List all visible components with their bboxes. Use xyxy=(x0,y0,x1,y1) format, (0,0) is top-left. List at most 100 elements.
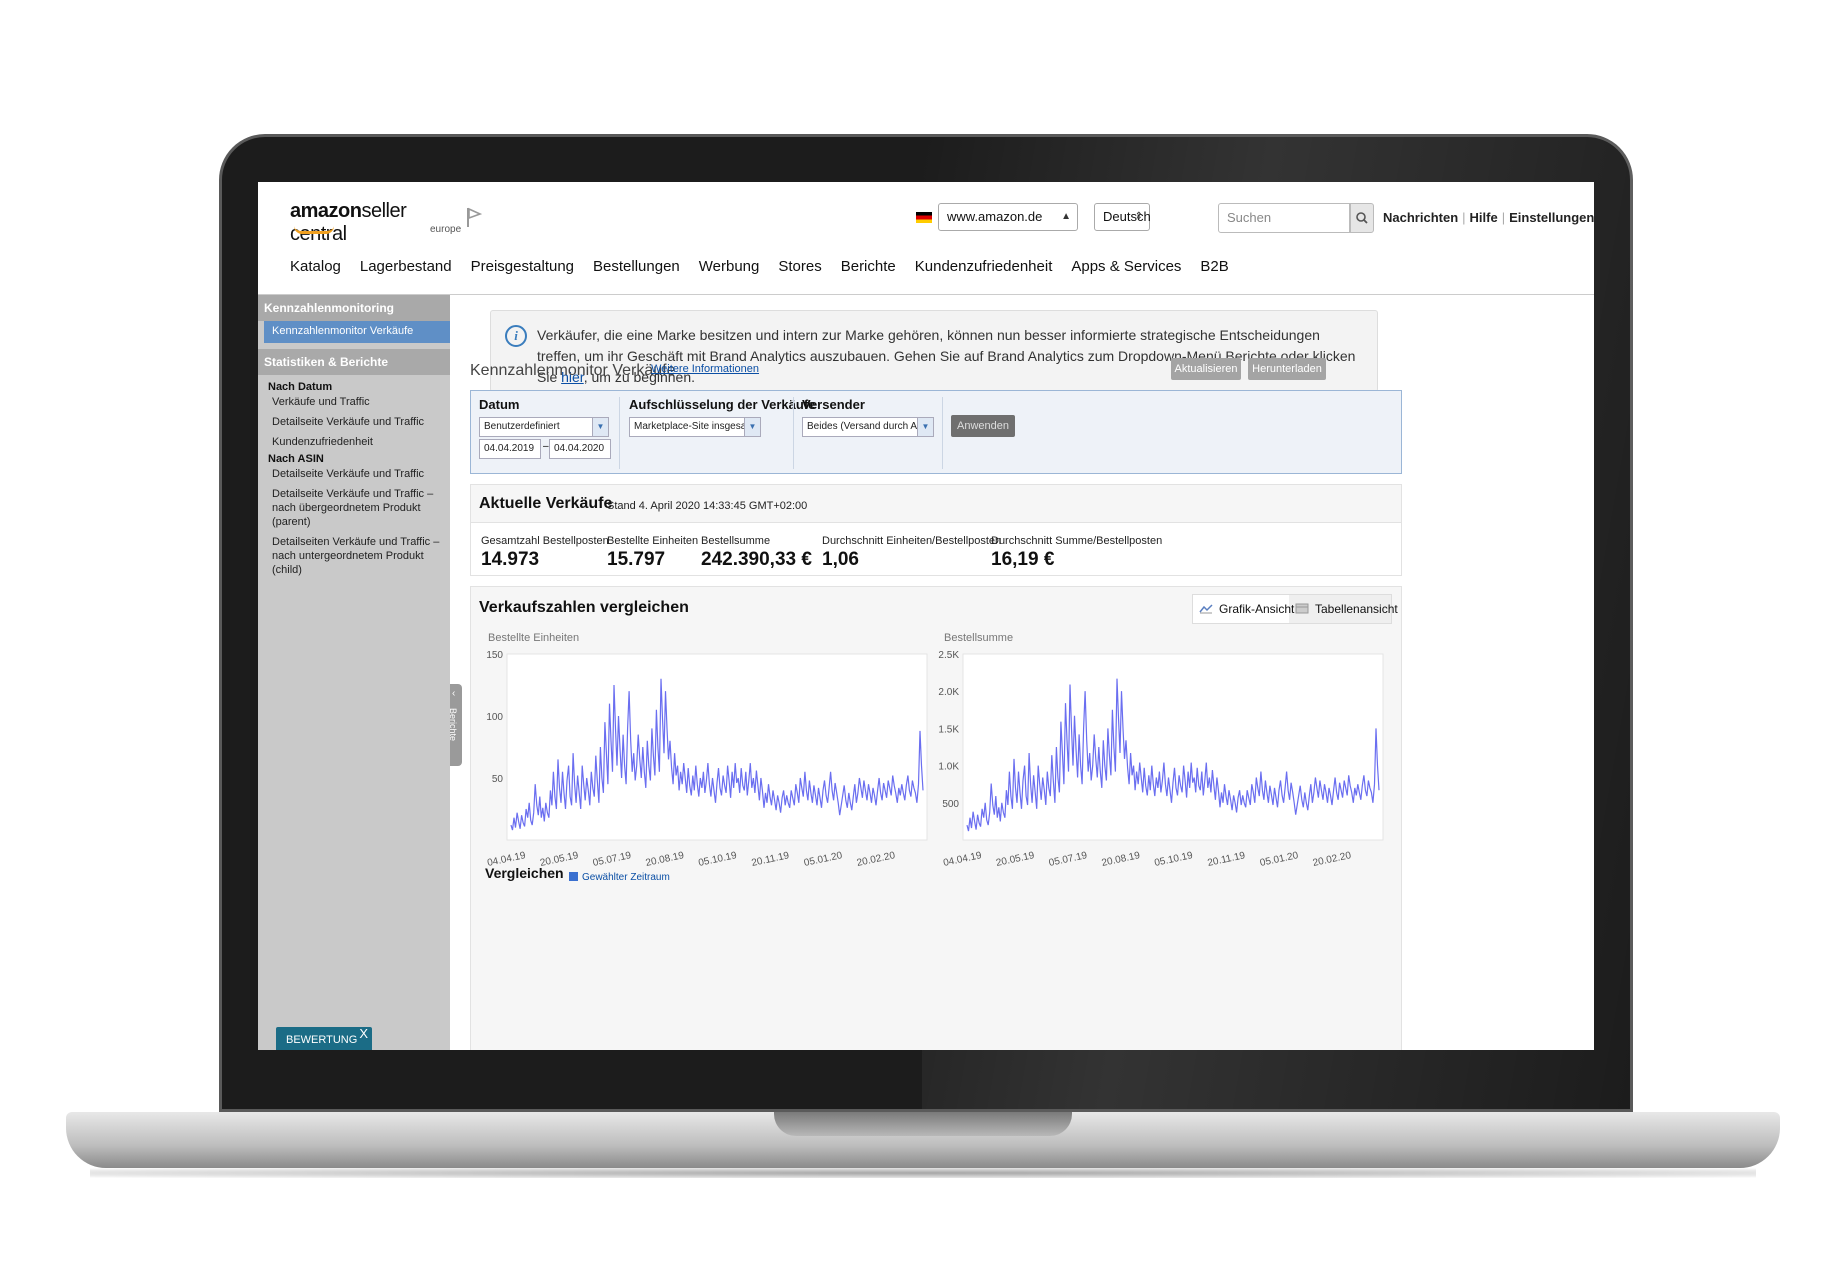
sidebar-section-reports[interactable]: Statistiken & Berichte xyxy=(258,349,450,375)
x-tick-label: 20.02.20 xyxy=(856,850,897,866)
line-chart-icon xyxy=(1199,604,1213,614)
refresh-button[interactable]: Aktualisieren xyxy=(1171,358,1241,380)
language-select[interactable]: Deutsch ⇕ xyxy=(1094,203,1151,231)
y-tick-label: 2.0K xyxy=(938,687,959,698)
x-tick-label: 05.01.20 xyxy=(803,850,844,866)
x-tick-label: 05.10.19 xyxy=(1153,850,1194,866)
seller-central-logo[interactable]: amazonseller central europe xyxy=(290,200,461,245)
y-tick-label: 100 xyxy=(486,712,503,723)
more-info-link[interactable]: Weitere Informationen xyxy=(651,363,759,375)
sidebar-item-monitor-sales[interactable]: Kennzahlenmonitor Verkäufe xyxy=(264,321,450,343)
sidebar: Kennzahlenmonitoring Kennzahlenmonitor V… xyxy=(258,295,450,1050)
date-range-value: Benutzerdefiniert xyxy=(484,421,560,432)
sidebar-item-customer-satisfaction[interactable]: Kundenzufriedenheit xyxy=(258,429,450,449)
compare-period-checkbox[interactable]: Gewählter Zeitraum xyxy=(569,872,670,883)
apply-button[interactable]: Anwenden xyxy=(951,415,1015,437)
nav-b2b[interactable]: B2B xyxy=(1200,258,1228,282)
flag-icon[interactable] xyxy=(466,206,482,228)
plot-area xyxy=(962,653,1384,841)
sidebar-item-asin-parent[interactable]: Detailseite Verkäufe und Traffic – nach … xyxy=(258,481,450,529)
search-input[interactable]: Suchen xyxy=(1218,203,1350,233)
select-arrows-icon: ▲ xyxy=(1061,211,1071,222)
logo-region: europe xyxy=(430,224,462,235)
settings-link[interactable]: Einstellungen xyxy=(1509,210,1594,225)
revenue-chart-title: Bestellsumme xyxy=(944,632,1014,644)
messages-link[interactable]: Nachrichten xyxy=(1383,210,1458,225)
breakdown-select[interactable]: Marketplace-Site insgesamt ▼ xyxy=(629,417,761,437)
nav-bestellungen[interactable]: Bestellungen xyxy=(593,258,680,282)
y-tick-label: 2.5K xyxy=(938,650,959,661)
dropdown-arrow-icon: ▼ xyxy=(592,418,608,436)
x-tick-label: 20.11.19 xyxy=(1207,850,1247,866)
close-icon[interactable]: X xyxy=(359,1021,368,1047)
screen: amazonseller central europe www.amazon.d… xyxy=(258,182,1594,1050)
table-icon xyxy=(1295,603,1309,614)
revenue-chart-svg: 2.5K 2.0K 1.5K 1.0K 500 04.04.19 20.05.19 05.07… xyxy=(938,650,1384,869)
germany-flag-icon xyxy=(916,212,932,223)
rating-button[interactable]: BEWERTUNG X xyxy=(276,1026,372,1050)
x-tick-label: 04.04.19 xyxy=(486,850,527,866)
reports-collapse-tab[interactable]: ‹ Berichte xyxy=(448,684,462,766)
marketplace-select[interactable]: www.amazon.de ▲ xyxy=(938,203,1078,231)
kpi-label-orders: Gesamtzahl Bestellposten xyxy=(481,535,609,547)
sidebar-item-asin-child[interactable]: Detailseiten Verkäufe und Traffic – nach… xyxy=(258,529,450,577)
sidebar-item-asin-detail[interactable]: Detailseite Verkäufe und Traffic xyxy=(258,465,450,481)
nav-kundenzufriedenheit[interactable]: Kundenzufriedenheit xyxy=(915,258,1053,282)
nav-katalog[interactable]: Katalog xyxy=(290,258,341,282)
search-button[interactable] xyxy=(1350,203,1374,233)
filter-divider xyxy=(942,397,943,469)
nav-divider xyxy=(258,294,1594,295)
language-value: Deutsch xyxy=(1103,209,1151,224)
x-tick-label: 05.10.19 xyxy=(697,850,738,866)
shipper-select[interactable]: Beides (Versand durch Amazon ▼ xyxy=(802,417,934,437)
y-tick-label: 1.5K xyxy=(938,724,959,735)
kpi-value-revenue: 242.390,33 € xyxy=(701,549,812,570)
current-sales-header: Aktuelle Verkäufe Stand 4. April 2020 14… xyxy=(471,485,1401,523)
nav-preisgestaltung[interactable]: Preisgestaltung xyxy=(471,258,574,282)
nav-lagerbestand[interactable]: Lagerbestand xyxy=(360,258,452,282)
chart-view-label: Grafik-Ansicht xyxy=(1219,602,1295,616)
logo-brand: amazon xyxy=(290,200,362,222)
search-icon xyxy=(1356,212,1368,224)
rating-button-label: BEWERTUNG xyxy=(286,1034,358,1046)
sidebar-item-detail-sales-traffic[interactable]: Detailseite Verkäufe und Traffic xyxy=(258,409,450,429)
compare-title: Verkaufszahlen vergleichen xyxy=(479,599,689,616)
sidebar-group-date: Nach Datum xyxy=(268,381,333,393)
x-tick-label: 20.02.20 xyxy=(1312,850,1353,866)
x-tick-label: 20.05.19 xyxy=(539,850,580,866)
x-tick-label: 04.04.19 xyxy=(942,850,983,866)
kpi-label-avg-units: Durchschnitt Einheiten/Bestellposten xyxy=(822,535,1002,547)
marketplace-value: www.amazon.de xyxy=(947,209,1043,224)
units-chart-svg: 150 100 50 04.04.19 20.05.19 05.07.19 20.08.19… xyxy=(486,650,928,869)
date-to-input[interactable]: 04.04.2020 xyxy=(549,439,611,459)
nav-werbung[interactable]: Werbung xyxy=(699,258,760,282)
breakdown-label: Aufschlüsselung der Verkäufe xyxy=(629,397,816,412)
collapse-tab-label: Berichte xyxy=(448,708,458,742)
y-tick-label: 1.0K xyxy=(938,762,959,773)
sidebar-section-monitoring[interactable]: Kennzahlenmonitoring xyxy=(258,295,450,321)
select-arrows-icon: ⇕ xyxy=(1134,211,1143,222)
sidebar-item-sales-traffic[interactable]: Verkäufe und Traffic xyxy=(258,393,450,409)
table-view-toggle[interactable]: Tabellenansicht xyxy=(1289,595,1398,623)
nav-apps-services[interactable]: Apps & Services xyxy=(1071,258,1181,282)
page-title: Kennzahlenmonitor Verkäufe xyxy=(470,362,676,379)
x-tick-label: 05.01.20 xyxy=(1259,850,1300,866)
help-link[interactable]: Hilfe xyxy=(1470,210,1498,225)
kpi-label-avg-revenue: Durchschnitt Summe/Bestellposten xyxy=(991,535,1163,547)
chart-view-toggle[interactable]: Grafik-Ansicht xyxy=(1193,595,1294,623)
x-tick-label: 20.11.19 xyxy=(751,850,791,866)
nav-berichte[interactable]: Berichte xyxy=(841,258,896,282)
plot-area xyxy=(506,653,928,841)
y-tick-label: 150 xyxy=(486,650,503,661)
table-view-label: Tabellenansicht xyxy=(1315,602,1398,616)
nav-stores[interactable]: Stores xyxy=(778,258,821,282)
kpi-value-units: 15.797 xyxy=(607,549,666,570)
x-tick-label: 05.07.19 xyxy=(592,850,633,866)
x-tick-label: 20.08.19 xyxy=(1101,850,1142,866)
x-tick-label: 05.07.19 xyxy=(1048,850,1089,866)
current-sales-title: Aktuelle Verkäufe xyxy=(479,495,613,512)
date-range-select[interactable]: Benutzerdefiniert ▼ xyxy=(479,417,609,437)
download-button[interactable]: Herunterladen xyxy=(1248,358,1326,380)
kpi-value-avg-revenue: 16,19 € xyxy=(991,549,1055,570)
date-from-input[interactable]: 04.04.2019 xyxy=(479,439,541,459)
